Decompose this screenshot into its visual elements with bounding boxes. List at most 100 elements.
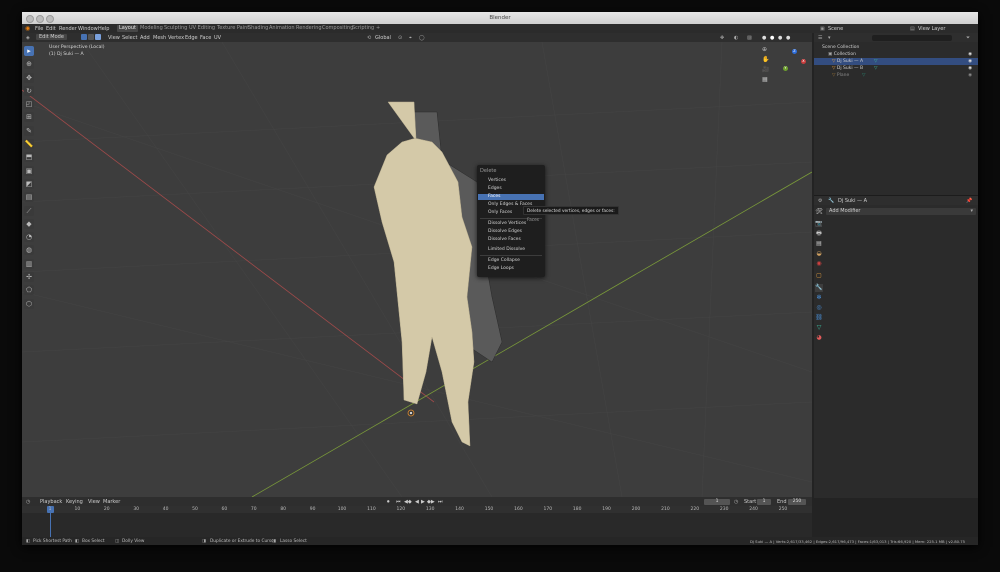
particles-tab-icon[interactable]: ✻: [815, 294, 823, 302]
menu-playback[interactable]: Playback: [40, 499, 62, 505]
data-tab-icon[interactable]: ▽: [815, 324, 823, 332]
start-frame-field[interactable]: 1: [757, 498, 771, 505]
visibility-eye-icon[interactable]: ◉: [968, 51, 972, 58]
outliner-row-dj-suki-a[interactable]: ▽ Dj Suki — A ▽ ◉: [814, 58, 978, 65]
play-reverse-icon[interactable]: ◀: [415, 499, 419, 505]
menu-item-dissolve-edges[interactable]: Dissolve Edges: [478, 229, 544, 235]
proportional-edit-icon[interactable]: ◯: [419, 35, 425, 41]
scene-selector[interactable]: Scene: [828, 26, 843, 32]
jump-start-icon[interactable]: ⏮: [396, 499, 401, 505]
menu-vertex[interactable]: Vertex: [168, 35, 184, 41]
blender-logo-icon[interactable]: ◉: [25, 25, 30, 32]
menu-item-vertices[interactable]: Vertices: [478, 178, 544, 184]
jump-end-icon[interactable]: ⏭: [438, 499, 443, 505]
menu-mesh[interactable]: Mesh: [153, 35, 166, 41]
spin-tool-icon[interactable]: ◔: [24, 232, 34, 243]
play-icon[interactable]: ▶: [421, 499, 425, 505]
scale-tool-icon[interactable]: ◰: [24, 99, 34, 110]
shear-tool-icon[interactable]: ⬠: [24, 285, 34, 296]
world-tab-icon[interactable]: ◉: [815, 260, 823, 268]
outliner-row-scene-collection[interactable]: Scene Collection: [814, 44, 978, 51]
tool-tab-icon[interactable]: 🛠: [815, 208, 823, 216]
menu-face[interactable]: Face: [200, 35, 211, 41]
outliner-search-input[interactable]: [872, 34, 952, 41]
gizmo-z-axis[interactable]: Z: [792, 49, 797, 54]
menu-item-dissolve-faces[interactable]: Dissolve Faces: [478, 237, 544, 243]
gizmo-toggle-icon[interactable]: ✥: [720, 35, 724, 41]
transform-tool-icon[interactable]: ⊞: [24, 112, 34, 123]
orientation-selector[interactable]: Global: [375, 35, 391, 41]
outliner-row-collection[interactable]: ▣ Collection ◉: [814, 51, 978, 58]
outliner-row-dj-suki-b[interactable]: ▽ Dj Suki — B ▽ ◉: [814, 65, 978, 72]
end-frame-field[interactable]: 250: [788, 498, 806, 505]
perspective-toggle-icon[interactable]: ▦: [762, 76, 768, 83]
inset-tool-icon[interactable]: ▣: [24, 165, 34, 176]
menu-render[interactable]: Render: [59, 26, 77, 32]
vertex-select-mode-icon[interactable]: [81, 34, 87, 40]
modifier-tab-icon[interactable]: 🔧: [815, 284, 823, 292]
knife-tool-icon[interactable]: ⟋: [24, 205, 34, 216]
move-tool-icon[interactable]: ✥: [24, 72, 34, 83]
3d-viewport[interactable]: User Perspective (Local) (1) Dj Suki — A…: [22, 42, 812, 497]
annotate-tool-icon[interactable]: ✎: [24, 125, 34, 136]
bevel-tool-icon[interactable]: ◩: [24, 178, 34, 189]
physics-tab-icon[interactable]: ◎: [815, 304, 823, 312]
editor-type-icon[interactable]: ◈: [26, 35, 30, 41]
menu-item-edges[interactable]: Edges: [478, 186, 544, 192]
shading-rendered-icon[interactable]: ●: [786, 35, 790, 41]
menu-item-faces[interactable]: Faces: [478, 194, 544, 200]
rip-tool-icon[interactable]: ⬡: [24, 298, 34, 309]
tab-scripting[interactable]: Scripting: [350, 25, 376, 32]
render-tab-icon[interactable]: 📷: [815, 220, 823, 228]
object-tab-icon[interactable]: ▢: [815, 272, 823, 280]
shading-wire-icon[interactable]: ●: [762, 35, 766, 41]
menu-edge[interactable]: Edge: [185, 35, 198, 41]
current-frame-field[interactable]: 1: [704, 498, 730, 505]
face-select-mode-icon[interactable]: [95, 34, 101, 40]
menu-item-limited-dissolve[interactable]: Limited Dissolve: [478, 247, 544, 253]
menu-add[interactable]: Add: [140, 35, 150, 41]
display-mode-icon[interactable]: ▾: [828, 35, 831, 41]
menu-item-edge-loops[interactable]: Edge Loops: [478, 266, 544, 272]
cursor-tool-icon[interactable]: ⊕: [24, 59, 34, 70]
add-workspace-button[interactable]: +: [374, 25, 382, 32]
pan-view-icon[interactable]: ✋: [762, 56, 769, 63]
gizmo-x-axis[interactable]: X: [801, 59, 806, 64]
view-layer-tab-icon[interactable]: ▤: [815, 240, 823, 248]
visibility-eye-icon[interactable]: ◉: [968, 72, 972, 79]
camera-view-icon[interactable]: 🎥: [762, 66, 769, 73]
edge-slide-tool-icon[interactable]: ▥: [24, 258, 34, 269]
timeline-editor-icon[interactable]: ◷: [26, 499, 30, 505]
menu-uv[interactable]: UV: [214, 35, 221, 41]
shading-material-icon[interactable]: ●: [778, 35, 782, 41]
xray-toggle-icon[interactable]: ▨: [747, 35, 752, 41]
shrink-fatten-tool-icon[interactable]: ✢: [24, 272, 34, 283]
next-keyframe-icon[interactable]: ◆▶: [427, 499, 435, 505]
pivot-icon[interactable]: ⊙: [398, 35, 402, 41]
tab-uv-editing[interactable]: UV Editing: [187, 25, 217, 32]
menu-item-edge-collapse[interactable]: Edge Collapse: [478, 258, 544, 264]
material-tab-icon[interactable]: ◕: [815, 334, 823, 342]
navigation-gizmo[interactable]: Z X Y: [774, 44, 810, 84]
visibility-eye-icon[interactable]: ◉: [968, 58, 972, 65]
visibility-eye-icon[interactable]: ◉: [968, 65, 972, 72]
tab-layout[interactable]: Layout: [117, 25, 138, 32]
constraints-tab-icon[interactable]: ⛓: [815, 314, 823, 322]
add-modifier-button[interactable]: Add Modifier ▾: [826, 208, 976, 215]
shading-solid-icon[interactable]: ●: [770, 35, 774, 41]
rotate-tool-icon[interactable]: ↻: [24, 85, 34, 96]
tab-sculpting[interactable]: Sculpting: [162, 25, 189, 32]
tab-animation[interactable]: Animation: [267, 25, 297, 32]
pin-icon[interactable]: 📌: [966, 198, 972, 204]
overlays-toggle-icon[interactable]: ◐: [734, 35, 738, 41]
timeline-track-area[interactable]: [22, 513, 812, 537]
mode-selector[interactable]: Edit Mode: [36, 34, 67, 40]
measure-tool-icon[interactable]: 📏: [24, 139, 34, 150]
menu-timeline-view[interactable]: View: [88, 499, 100, 505]
outliner-row-plane[interactable]: ▽ Plane ▽ ◉: [814, 72, 978, 79]
filter-icon[interactable]: ⏷: [966, 35, 970, 41]
scene-tab-icon[interactable]: ◒: [815, 250, 823, 258]
edge-select-mode-icon[interactable]: [88, 34, 94, 40]
properties-editor-icon[interactable]: ⚙: [818, 198, 822, 204]
menu-file[interactable]: File: [35, 26, 43, 32]
